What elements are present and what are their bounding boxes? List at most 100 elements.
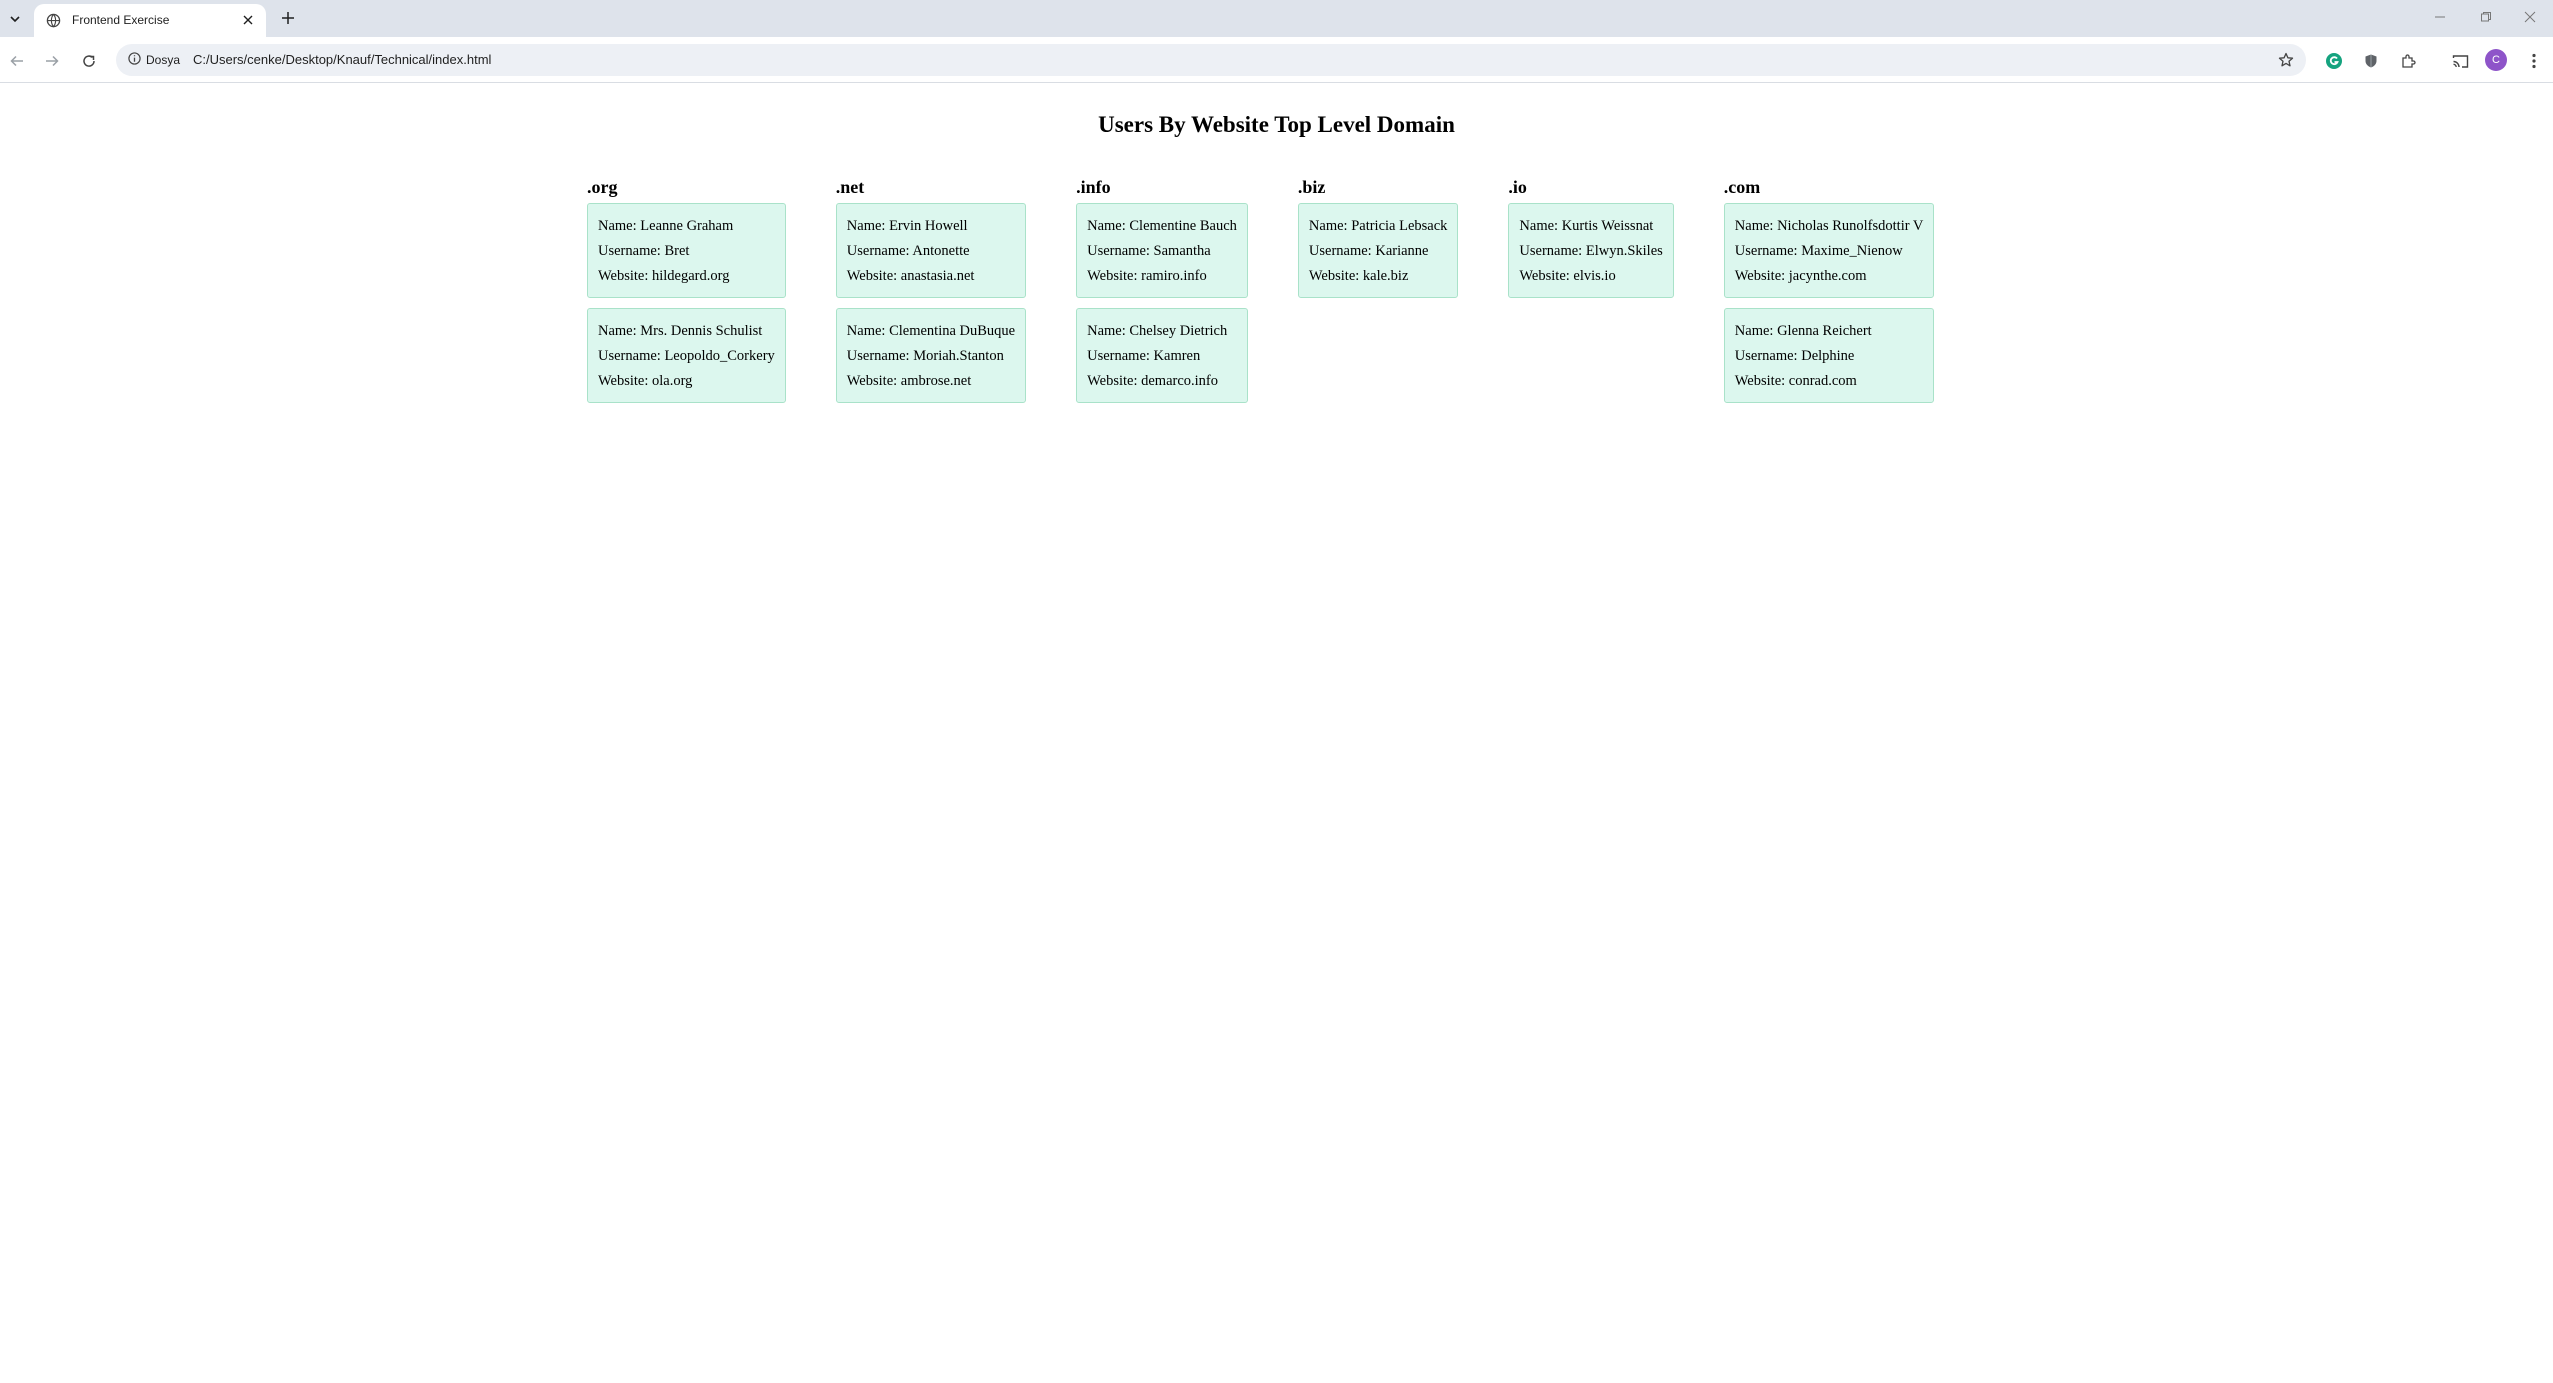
restore-icon[interactable] <box>2474 6 2498 28</box>
username-label: Username: <box>1734 243 1798 259</box>
user-name-row: Name: Clementina DuBuque <box>847 319 1015 344</box>
name-value: Clementina DuBuque <box>889 323 1016 339</box>
user-card: Name: Ervin Howell Username: Antonette Web… <box>835 203 1027 298</box>
name-value: Mrs. Dennis Schulist <box>640 323 763 339</box>
username-label: Username: <box>598 243 661 259</box>
close-window-icon[interactable] <box>2518 6 2542 28</box>
username-value: Bret <box>664 243 690 259</box>
website-value: hildegard.org <box>652 268 730 284</box>
name-label: Name: <box>1734 323 1774 339</box>
user-name-row: Name: Glenna Reichert <box>1735 319 1924 344</box>
active-tab[interactable]: Frontend Exercise <box>34 4 266 37</box>
tld-heading: .net <box>835 177 865 197</box>
user-username-row: Username: Karianne <box>1309 239 1448 264</box>
website-value: conrad.com <box>1788 373 1857 389</box>
username-label: Username: <box>598 348 661 364</box>
user-username-row: Username: Kamren <box>1087 344 1237 369</box>
user-card: Name: Kurtis Weissnat Username: Elwyn.Ski… <box>1508 203 1674 298</box>
website-label: Website: <box>846 268 898 284</box>
username-value: Moriah.Stanton <box>913 348 1004 364</box>
user-website-row: Website: anastasia.net <box>847 264 1015 289</box>
tab-title: Frontend Exercise <box>72 13 170 27</box>
user-website-row: Website: conrad.com <box>1735 369 1924 394</box>
globe-icon <box>46 13 61 28</box>
tab-strip: Frontend Exercise <box>0 0 2553 37</box>
cast-icon[interactable] <box>2448 49 2472 73</box>
name-value: Kurtis Weissnat <box>1561 218 1654 234</box>
close-tab-icon[interactable] <box>240 12 256 28</box>
back-arrow-icon[interactable] <box>5 49 29 73</box>
profile-avatar[interactable]: C <box>2485 49 2507 71</box>
website-value: ola.org <box>652 373 693 389</box>
website-label: Website: <box>1734 373 1786 389</box>
user-website-row: Website: ramiro.info <box>1087 264 1237 289</box>
menu-kebab-icon[interactable] <box>2522 49 2546 73</box>
website-value: jacynthe.com <box>1788 268 1867 284</box>
grammarly-icon[interactable] <box>2322 49 2346 73</box>
user-username-row: Username: Moriah.Stanton <box>847 344 1015 369</box>
user-name-row: Name: Kurtis Weissnat <box>1519 214 1662 239</box>
user-website-row: Website: ola.org <box>598 369 775 394</box>
tld-heading: .com <box>1723 177 1761 197</box>
browser-toolbar: Dosya C:/Users/cenke/Desktop/Knauf/Techn… <box>0 37 2553 83</box>
website-value: ambrose.net <box>900 373 972 389</box>
name-value: Ervin Howell <box>889 218 968 234</box>
user-username-row: Username: Bret <box>598 239 775 264</box>
tld-column: .io Name: Kurtis Weissnat Username: Elwyn.… <box>1508 177 1674 308</box>
tab-search-dropdown-icon[interactable] <box>4 8 26 30</box>
tld-column: .biz Name: Patricia Lebsack Username: Kari… <box>1297 177 1459 308</box>
user-website-row: Website: kale.biz <box>1309 264 1448 289</box>
user-website-row: Website: hildegard.org <box>598 264 775 289</box>
website-label: Website: <box>846 373 898 389</box>
name-value: Glenna Reichert <box>1777 323 1872 339</box>
address-bar[interactable]: Dosya C:/Users/cenke/Desktop/Knauf/Techn… <box>116 44 2306 76</box>
user-card: Name: Clementine Bauch Username: Samantha… <box>1076 203 1248 298</box>
tld-column: .org Name: Leanne Graham Username: Bret Web… <box>587 177 786 413</box>
bookmark-star-icon[interactable] <box>2276 50 2296 70</box>
username-label: Username: <box>1087 348 1150 364</box>
website-value: demarco.info <box>1141 373 1219 389</box>
name-label: Name: <box>598 323 637 339</box>
user-name-row: Name: Leanne Graham <box>598 214 775 239</box>
website-value: anastasia.net <box>900 268 975 284</box>
extensions-puzzle-icon[interactable] <box>2396 49 2420 73</box>
name-label: Name: <box>598 218 637 234</box>
tld-heading: .info <box>1076 177 1111 197</box>
page-title: Users By Website Top Level Domain <box>1098 112 1455 137</box>
name-label: Name: <box>1734 218 1774 234</box>
username-value: Kamren <box>1153 348 1201 364</box>
username-label: Username: <box>1734 348 1798 364</box>
reload-icon[interactable] <box>77 49 101 73</box>
forward-arrow-icon[interactable] <box>40 49 64 73</box>
user-name-row: Name: Chelsey Dietrich <box>1087 319 1237 344</box>
website-value: elvis.io <box>1573 268 1616 284</box>
url-text[interactable]: C:/Users/cenke/Desktop/Knauf/Technical/i… <box>193 52 491 67</box>
website-label: Website: <box>1087 268 1138 284</box>
user-card: Name: Patricia Lebsack Username: Karianne… <box>1297 203 1459 298</box>
user-website-row: Website: ambrose.net <box>847 369 1015 394</box>
website-label: Website: <box>598 373 649 389</box>
user-username-row: Username: Leopoldo_Corkery <box>598 344 775 369</box>
name-value: Leanne Graham <box>640 218 734 234</box>
page-content: Users By Website Top Level Domain .org Na… <box>0 84 2553 1383</box>
user-username-row: Username: Antonette <box>847 239 1015 264</box>
tld-column: .info Name: Clementine Bauch Username: Sam… <box>1076 177 1248 413</box>
username-value: Karianne <box>1375 243 1429 259</box>
website-label: Website: <box>598 268 649 284</box>
user-username-row: Username: Samantha <box>1087 239 1237 264</box>
minimize-icon[interactable] <box>2428 6 2452 28</box>
user-username-row: Username: Delphine <box>1735 344 1924 369</box>
username-value: Maxime_Nienow <box>1801 243 1903 259</box>
username-label: Username: <box>846 243 910 259</box>
user-website-row: Website: elvis.io <box>1519 264 1662 289</box>
username-label: Username: <box>1308 243 1372 259</box>
name-label: Name: <box>846 323 886 339</box>
name-label: Name: <box>1087 218 1126 234</box>
username-value: Antonette <box>912 243 970 259</box>
shield-icon[interactable] <box>2359 49 2383 73</box>
website-value: kale.biz <box>1362 268 1409 284</box>
site-info-chip[interactable]: Dosya <box>122 48 188 72</box>
new-tab-icon[interactable] <box>277 7 299 29</box>
user-name-row: Name: Nicholas Runolfsdottir V <box>1735 214 1924 239</box>
user-website-row: Website: jacynthe.com <box>1735 264 1924 289</box>
